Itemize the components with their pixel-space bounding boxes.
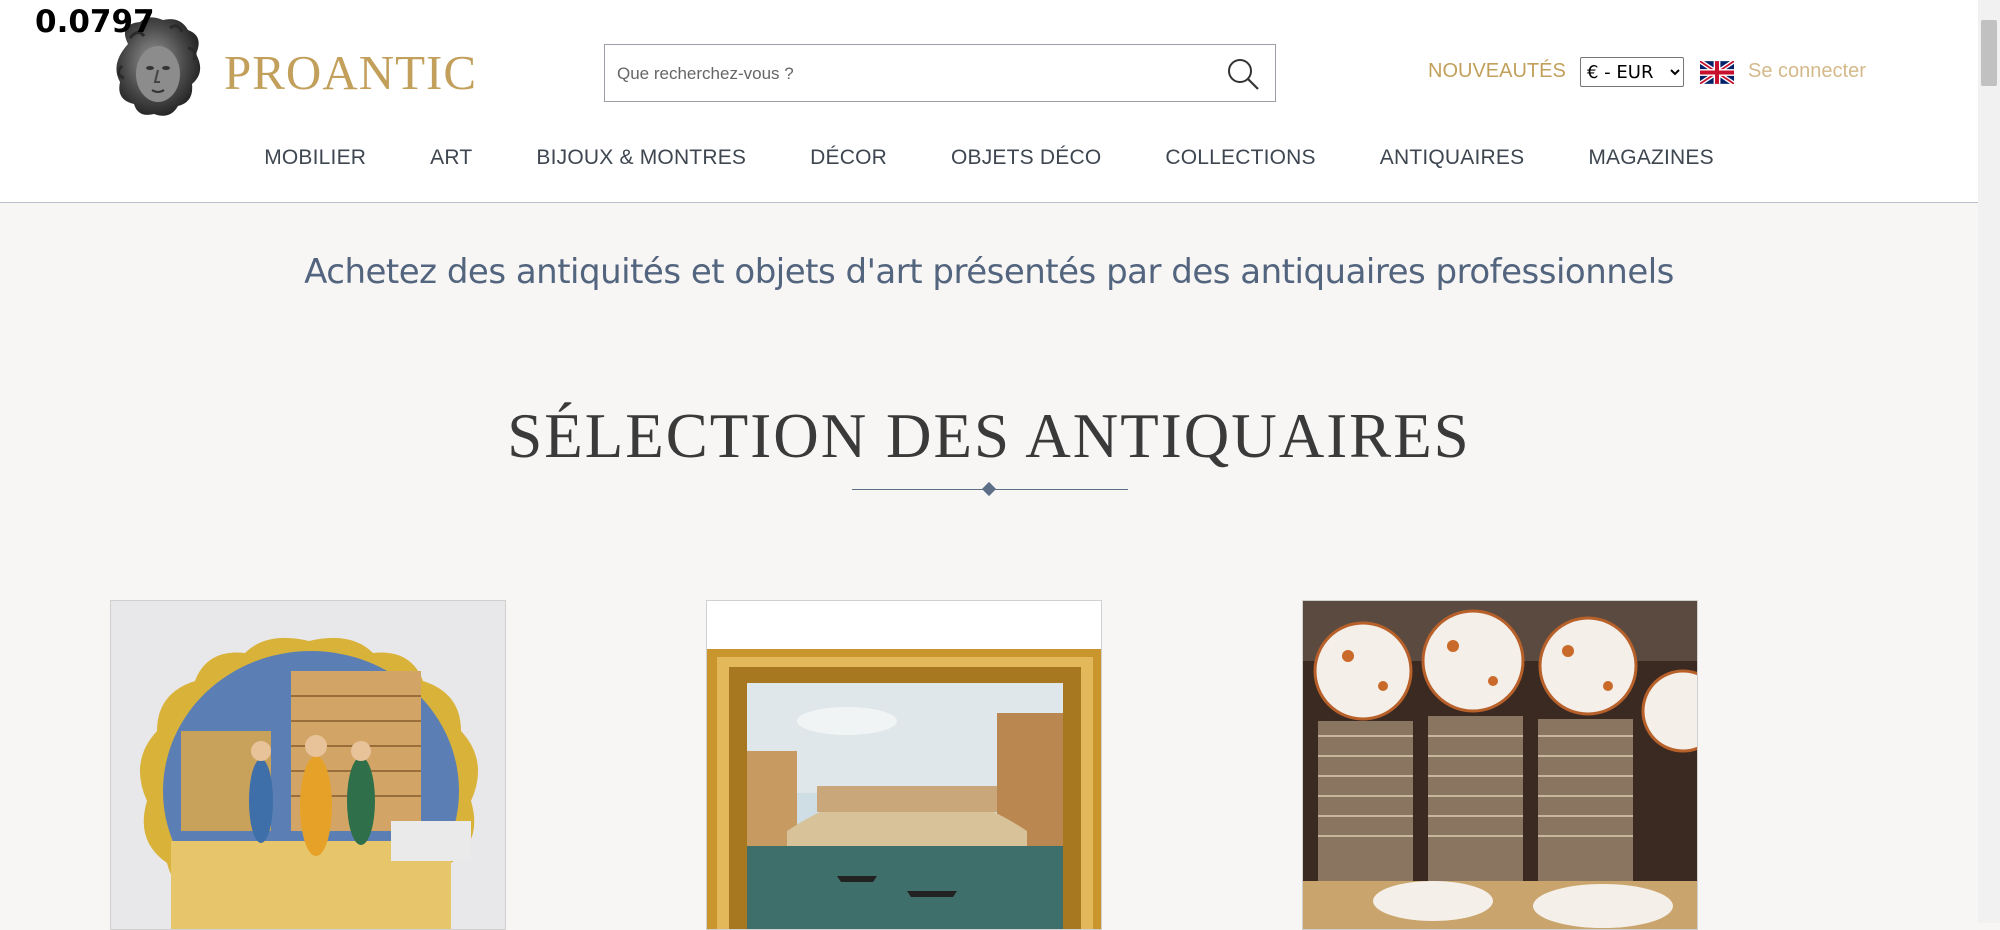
nav-item-art[interactable]: ART [430,146,472,182]
nav-item-bijoux-montres[interactable]: BIJOUX & MONTRES [536,146,746,182]
overlay-score: 0.0797 [35,4,155,40]
majolica-plate-image[interactable] [111,601,506,930]
product-card[interactable] [706,600,1102,930]
currency-select[interactable]: € - EUR [1580,57,1684,87]
search-box [604,44,1276,102]
nav-item-objets-deco[interactable]: OBJETS DÉCO [951,146,1101,182]
nav-item-collections[interactable]: COLLECTIONS [1165,146,1315,182]
venice-rialto-painting-image[interactable] [707,601,1102,930]
main-nav: MOBILIER ART BIJOUX & MONTRES DÉCOR OBJE… [0,146,1978,182]
divider-diamond-icon [981,481,997,497]
product-card[interactable] [110,600,506,930]
logo-text[interactable]: PROANTIC [224,44,477,101]
nav-item-antiquaires[interactable]: ANTIQUAIRES [1380,146,1525,182]
product-card[interactable] [1302,600,1698,930]
nav-item-mobilier[interactable]: MOBILIER [264,146,366,182]
uk-flag-icon[interactable] [1700,61,1734,84]
nav-item-magazines[interactable]: MAGAZINES [1588,146,1713,182]
search-icon[interactable] [1225,56,1261,92]
login-link[interactable]: Se connecter [1748,60,1866,83]
nav-item-decor[interactable]: DÉCOR [810,146,887,182]
porcelain-dinner-service-image[interactable] [1303,601,1698,930]
new-arrivals-link[interactable]: NOUVEAUTÉS [1428,60,1566,83]
search-input[interactable] [615,57,1199,91]
page-scrollbar[interactable] [1978,0,2000,923]
page-tagline: Achetez des antiquités et objets d'art p… [304,252,1674,292]
section-title: SÉLECTION DES ANTIQUAIRES [507,401,1471,471]
scrollbar-thumb[interactable] [1981,20,1997,86]
site-header: PROANTIC NOUVEAUTÉS € - EUR Se connecter… [0,0,1978,203]
